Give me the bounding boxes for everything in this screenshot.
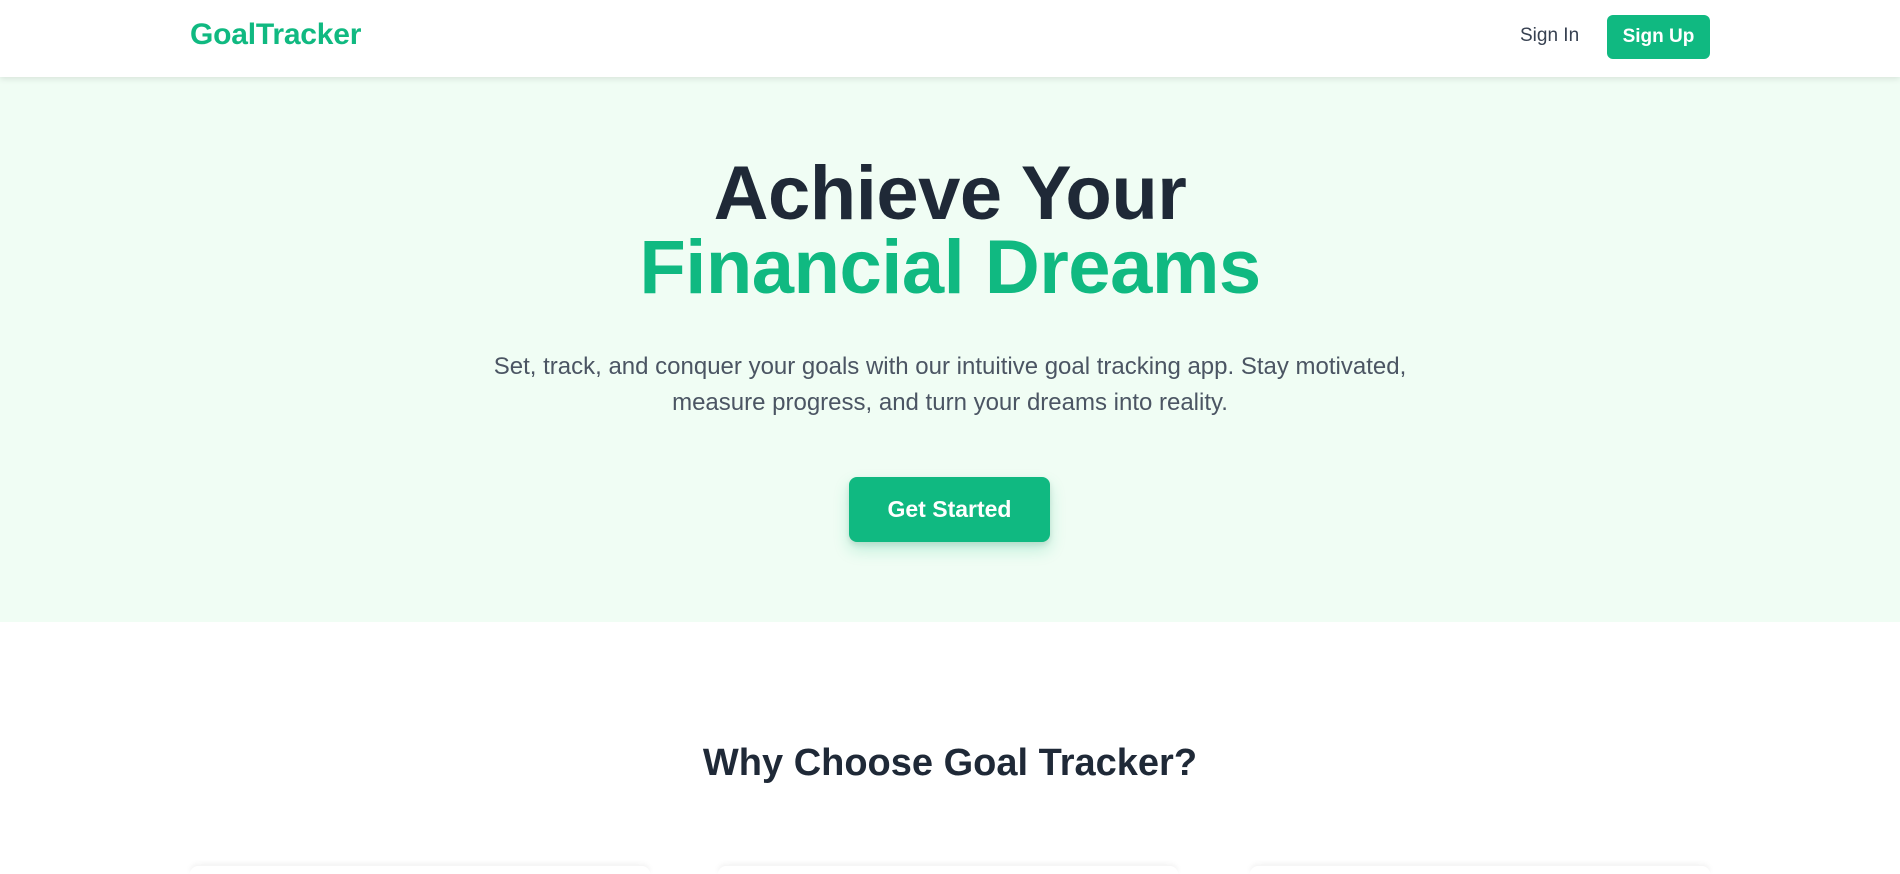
brand-logo[interactable]: GoalTracker (190, 18, 361, 52)
hero-description: Set, track, and conquer your goals with … (493, 353, 1407, 416)
feature-card (1250, 866, 1710, 874)
top-navbar: GoalTracker Sign In Sign Up (0, 0, 1900, 77)
hero-section: Achieve Your Financial Dreams Set, track… (0, 77, 1900, 622)
hero-title-line2: Financial Dreams (639, 225, 1261, 310)
feature-card (190, 866, 650, 874)
sign-up-button[interactable]: Sign Up (1607, 15, 1710, 59)
feature-card (718, 866, 1178, 874)
hero-title-line1: Achieve Your (713, 151, 1187, 236)
sign-in-link[interactable]: Sign In (1520, 25, 1579, 47)
hero-title: Achieve Your Financial Dreams (0, 151, 1900, 310)
get-started-button[interactable]: Get Started (849, 477, 1050, 542)
features-title: Why Choose Goal Tracker? (702, 742, 1198, 784)
